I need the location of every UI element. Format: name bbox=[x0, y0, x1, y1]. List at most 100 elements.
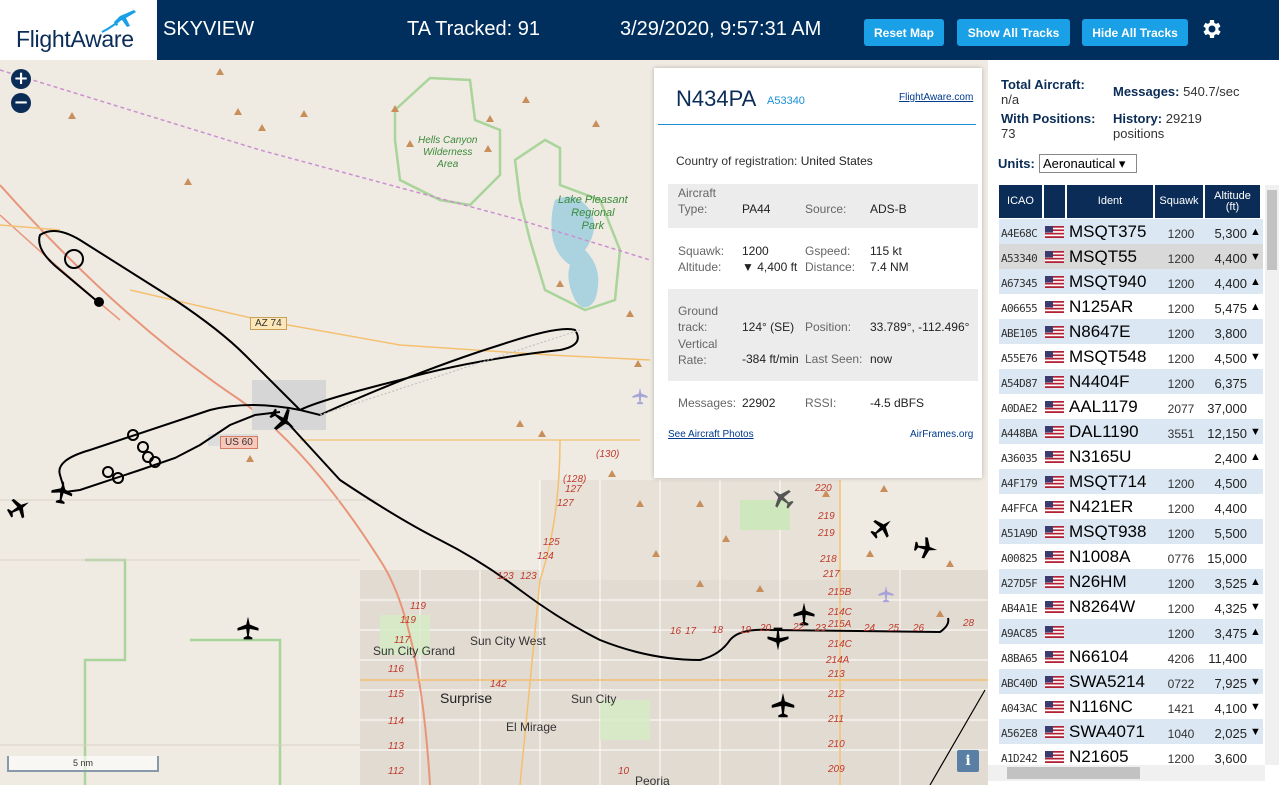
cell-icao: ABC40D bbox=[1001, 677, 1038, 690]
cell-icao: A27D5F bbox=[1001, 577, 1038, 590]
altitude-value: ▼ 4,400 ft bbox=[742, 260, 798, 274]
road-number: 214C bbox=[828, 607, 852, 618]
gspeed-value: 115 kt bbox=[870, 244, 902, 258]
cell-ident: SWA4071 bbox=[1069, 722, 1145, 741]
cell-icao: A562E8 bbox=[1001, 727, 1038, 740]
gear-icon[interactable] bbox=[1199, 17, 1223, 41]
table-row[interactable]: A4E68C MSQT375 1200 5,300 ▲ bbox=[999, 219, 1263, 244]
airplane-icon[interactable] bbox=[234, 614, 262, 642]
units-select[interactable]: Aeronautical ▾ bbox=[1039, 154, 1137, 173]
table-row[interactable]: A00825 N1008A 0776 15,000 bbox=[999, 544, 1263, 569]
table-row[interactable]: A55E76 MSQT548 1200 4,500 ▼ bbox=[999, 344, 1263, 369]
aircraft-hex[interactable]: A53340 bbox=[767, 95, 805, 107]
altitude-trend-icon: ▲ bbox=[1250, 301, 1261, 313]
messages-value: 540.7/sec bbox=[1183, 84, 1240, 99]
table-row[interactable]: A06655 N125AR 1200 5,475 ▲ bbox=[999, 294, 1263, 319]
label-surprise: Surprise bbox=[440, 690, 493, 706]
table-row[interactable]: A0DAE2 AAL1179 2077 37,000 bbox=[999, 394, 1263, 419]
history-value: 29219 bbox=[1165, 111, 1202, 126]
col-header-altitude[interactable]: Altitude (ft) bbox=[1205, 185, 1260, 218]
history-unit: positions bbox=[1113, 126, 1165, 141]
table-row[interactable]: A043AC N116NC 1421 4,100 ▼ bbox=[999, 694, 1263, 719]
table-row[interactable]: A67345 MSQT940 1200 4,400 ▲ bbox=[999, 269, 1263, 294]
airplane-icon[interactable] bbox=[5, 494, 33, 522]
col-header-ident[interactable]: Ident bbox=[1067, 185, 1153, 218]
with-positions-label-text: With Positions: bbox=[1001, 111, 1096, 126]
road-number: 123 bbox=[520, 571, 537, 582]
airplane-icon[interactable] bbox=[912, 534, 940, 562]
track-value: 124° (SE) bbox=[742, 320, 795, 334]
history-label: History: bbox=[1113, 111, 1163, 126]
table-row[interactable]: A4F179 MSQT714 1200 4,500 bbox=[999, 469, 1263, 494]
altitude-trend-icon: ▲ bbox=[1250, 226, 1261, 238]
cell-squawk: 1200 bbox=[1167, 302, 1195, 316]
cell-squawk: 1200 bbox=[1167, 252, 1195, 266]
info-button[interactable]: i bbox=[957, 750, 979, 772]
reset-map-button[interactable]: Reset Map bbox=[864, 19, 944, 46]
table-row[interactable]: ABC40D SWA5214 0722 7,925 ▼ bbox=[999, 669, 1263, 694]
cell-altitude: 5,475 bbox=[1214, 301, 1247, 316]
squawk-label: Squawk: bbox=[678, 244, 725, 258]
zoom-out-button[interactable]: − bbox=[11, 93, 31, 113]
cell-ident: MSQT55 bbox=[1069, 247, 1138, 266]
vertical-scrollbar-thumb[interactable] bbox=[1267, 190, 1277, 270]
table-row[interactable]: A27D5F N26HM 1200 3,525 ▲ bbox=[999, 569, 1263, 594]
table-row[interactable]: A8BA65 N66104 4206 11,400 bbox=[999, 644, 1263, 669]
road-number: 127 bbox=[557, 498, 574, 509]
airplane-icon[interactable] bbox=[48, 478, 76, 506]
flightaware-link[interactable]: FlightAware.com bbox=[899, 92, 973, 103]
zoom-in-button[interactable]: + bbox=[11, 69, 31, 89]
table-row[interactable]: A4FFCA N421ER 1200 4,400 bbox=[999, 494, 1263, 519]
road-number: 25 bbox=[888, 623, 900, 634]
road-number: 119 bbox=[400, 615, 416, 626]
cell-icao: A8BA65 bbox=[1001, 652, 1038, 665]
altitude-trend-icon: ▼ bbox=[1250, 601, 1261, 613]
aircraft-type-label: Aircraft Type: bbox=[678, 186, 717, 216]
road-number: 213 bbox=[828, 669, 845, 680]
cell-squawk: 1421 bbox=[1167, 702, 1195, 716]
horizontal-scrollbar-thumb[interactable] bbox=[1007, 767, 1140, 779]
airplane-icon[interactable] bbox=[868, 514, 896, 542]
total-aircraft-label: Total Aircraft: bbox=[1001, 77, 1085, 92]
hide-all-tracks-button[interactable]: Hide All Tracks bbox=[1082, 19, 1188, 46]
road-number: 113 bbox=[388, 741, 404, 752]
flightaware-logo[interactable]: FlightAware bbox=[0, 0, 157, 60]
cell-altitude: 3,800 bbox=[1214, 326, 1247, 341]
show-all-tracks-button[interactable]: Show All Tracks bbox=[957, 19, 1070, 46]
table-row[interactable]: A562E8 SWA4071 1040 2,025 ▼ bbox=[999, 719, 1263, 744]
table-row[interactable]: A54D87 N4404F 1200 6,375 bbox=[999, 369, 1263, 394]
cell-altitude: 6,375 bbox=[1214, 376, 1247, 391]
cell-icao: AB4A1E bbox=[1001, 602, 1038, 615]
table-row[interactable]: ABE105 N8647E 1200 3,800 bbox=[999, 319, 1263, 344]
label-sun-city: Sun City bbox=[571, 692, 617, 706]
cell-ident: MSQT940 bbox=[1069, 272, 1147, 291]
vrate-label: Vertical Rate: bbox=[678, 337, 718, 367]
cell-ident: SWA5214 bbox=[1069, 672, 1145, 691]
us-flag-icon bbox=[1045, 601, 1064, 613]
cell-altitude: 12,150 bbox=[1207, 426, 1247, 441]
aircraft-info-panel: N434PA A53340 FlightAware.com Country of… bbox=[654, 68, 982, 478]
units-label: Units: bbox=[998, 156, 1035, 171]
table-row[interactable]: A9AC85 1200 3,475 ▲ bbox=[999, 619, 1263, 644]
vertical-scrollbar[interactable] bbox=[1265, 185, 1279, 765]
table-row[interactable]: A51A9D MSQT938 1200 5,500 bbox=[999, 519, 1263, 544]
table-row[interactable]: A36035 N3165U 2,400 ▲ bbox=[999, 444, 1263, 469]
table-row[interactable]: A448BA DAL1190 3551 12,150 ▼ bbox=[999, 419, 1263, 444]
us-flag-icon bbox=[1045, 576, 1064, 588]
gspeed-label: Gspeed: bbox=[805, 244, 851, 258]
col-header-squawk[interactable]: Squawk bbox=[1155, 185, 1203, 218]
col-header-icao[interactable]: ICAO bbox=[999, 185, 1042, 218]
us-flag-icon bbox=[1045, 426, 1064, 438]
road-number: 220 bbox=[815, 483, 832, 494]
airframes-link[interactable]: AirFrames.org bbox=[910, 429, 973, 440]
airplane-icon[interactable] bbox=[768, 690, 798, 720]
table-row[interactable]: A53340 MSQT55 1200 4,400 ▼ bbox=[999, 244, 1263, 269]
cell-altitude: 4,325 bbox=[1214, 601, 1247, 616]
airplane-icon-gray[interactable] bbox=[768, 484, 796, 512]
airport-icon bbox=[878, 585, 894, 603]
table-row[interactable]: AB4A1E N8264W 1200 4,325 ▼ bbox=[999, 594, 1263, 619]
cell-squawk: 3551 bbox=[1167, 427, 1195, 441]
cell-icao: A00825 bbox=[1001, 552, 1038, 565]
selected-airplane-icon[interactable] bbox=[267, 404, 299, 436]
aircraft-photos-link[interactable]: See Aircraft Photos bbox=[668, 429, 754, 440]
